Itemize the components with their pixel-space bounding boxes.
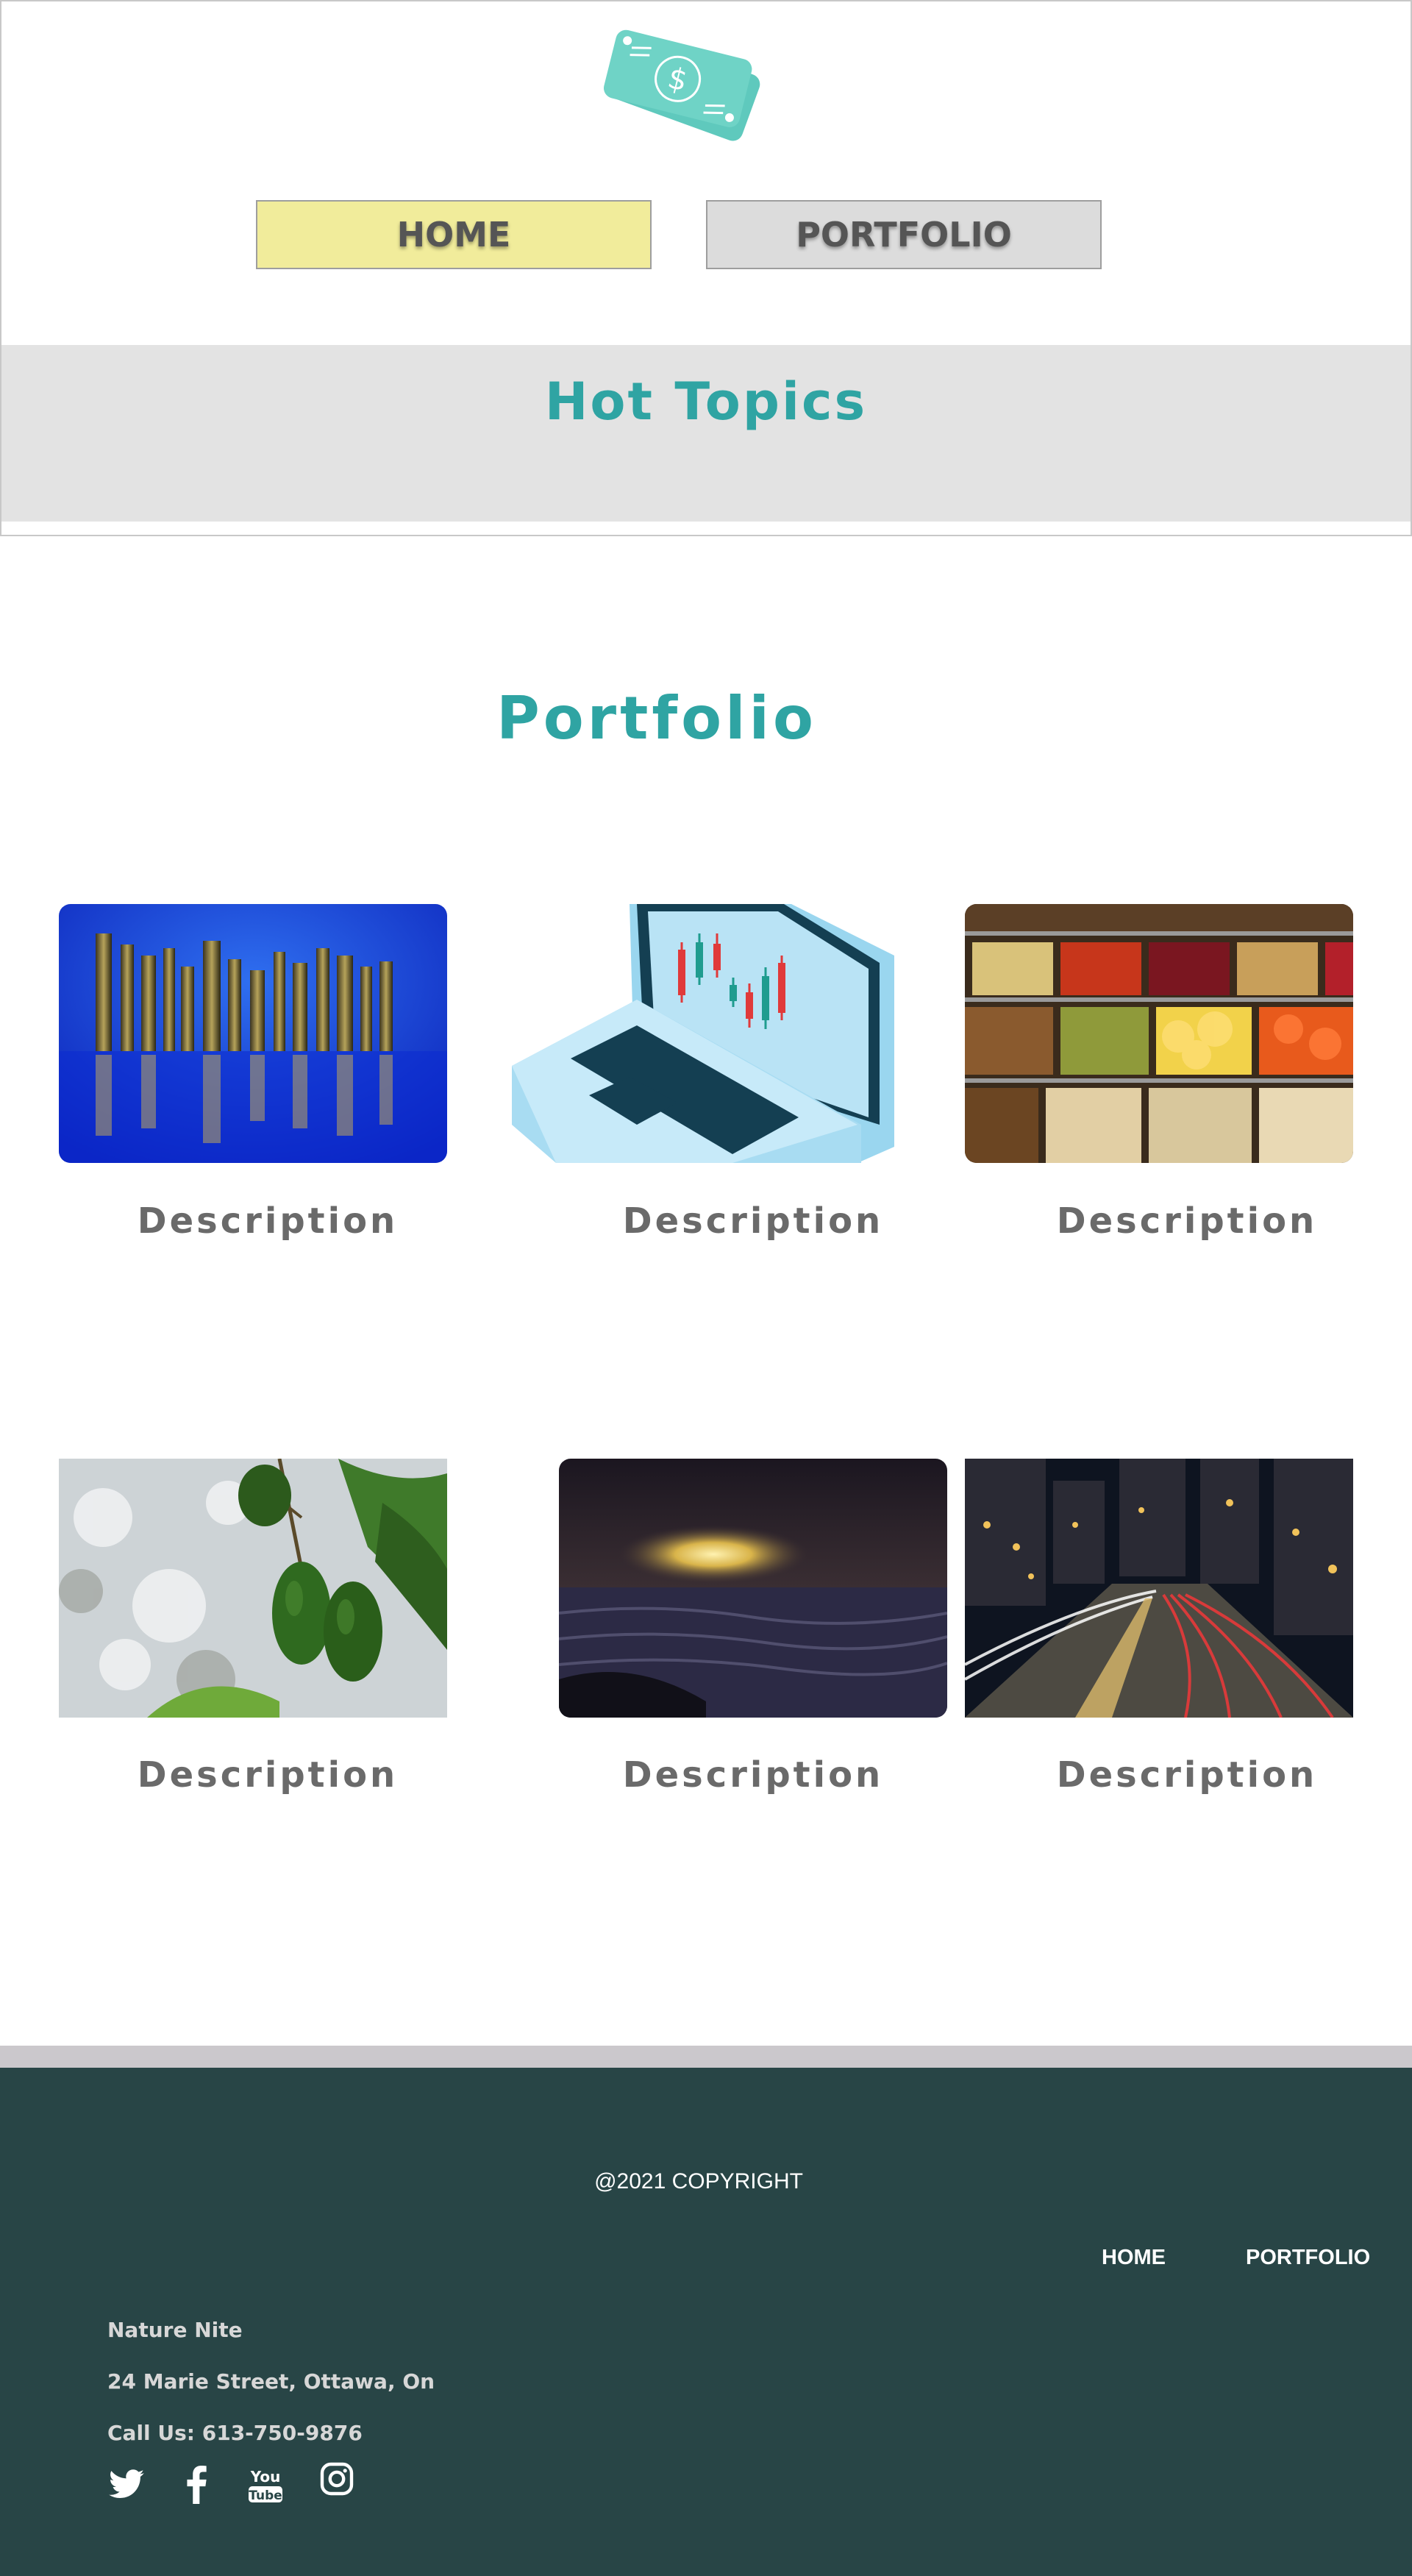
site-header: $ HOME PORTFOLIO Hot Topics bbox=[0, 0, 1412, 536]
contact-name: Nature Nite bbox=[107, 2318, 243, 2342]
footer-portfolio-link[interactable]: PORTFOLIO bbox=[1246, 2246, 1370, 2270]
footer-home-link[interactable]: HOME bbox=[1102, 2246, 1166, 2270]
hot-topics-banner: Hot Topics bbox=[1, 345, 1411, 522]
nav-home-button[interactable]: HOME bbox=[256, 200, 652, 269]
svg-text:You: You bbox=[250, 2468, 281, 2486]
portfolio-image-laptop-chart[interactable] bbox=[512, 904, 900, 1163]
site-footer: @2021 COPYRIGHT HOME PORTFOLIO Nature Ni… bbox=[0, 2068, 1412, 2576]
portfolio-image-bolts[interactable] bbox=[59, 904, 447, 1163]
copyright-text: @2021 COPYRIGHT bbox=[594, 2169, 803, 2193]
hot-topics-title: Hot Topics bbox=[544, 371, 868, 432]
instagram-icon[interactable] bbox=[319, 2461, 354, 2497]
portfolio-description-2: Description bbox=[622, 1200, 884, 1242]
facebook-icon[interactable] bbox=[184, 2466, 209, 2504]
money-bills-icon[interactable]: $ bbox=[599, 22, 768, 151]
portfolio-description-4: Description bbox=[137, 1754, 399, 1796]
portfolio-description-6: Description bbox=[1056, 1754, 1318, 1796]
portfolio-image-market-produce[interactable] bbox=[965, 904, 1353, 1163]
contact-phone: Call Us: 613-750-9876 bbox=[107, 2421, 363, 2445]
portfolio-description-5: Description bbox=[622, 1754, 884, 1796]
footer-divider bbox=[0, 2046, 1412, 2068]
portfolio-image-ocean-sunset[interactable] bbox=[559, 1459, 947, 1718]
svg-text:Tube: Tube bbox=[249, 2488, 282, 2503]
portfolio-image-city-traffic-night[interactable] bbox=[965, 1459, 1353, 1718]
contact-address: 24 Marie Street, Ottawa, On bbox=[107, 2369, 435, 2394]
youtube-icon[interactable]: You Tube bbox=[247, 2466, 284, 2504]
portfolio-description-1: Description bbox=[137, 1200, 399, 1242]
portfolio-description-3: Description bbox=[1056, 1200, 1318, 1242]
twitter-icon[interactable] bbox=[107, 2466, 146, 2504]
portfolio-image-avocado-tree[interactable] bbox=[59, 1459, 447, 1718]
nav-portfolio-button[interactable]: PORTFOLIO bbox=[706, 200, 1102, 269]
portfolio-title: Portfolio bbox=[496, 684, 817, 752]
